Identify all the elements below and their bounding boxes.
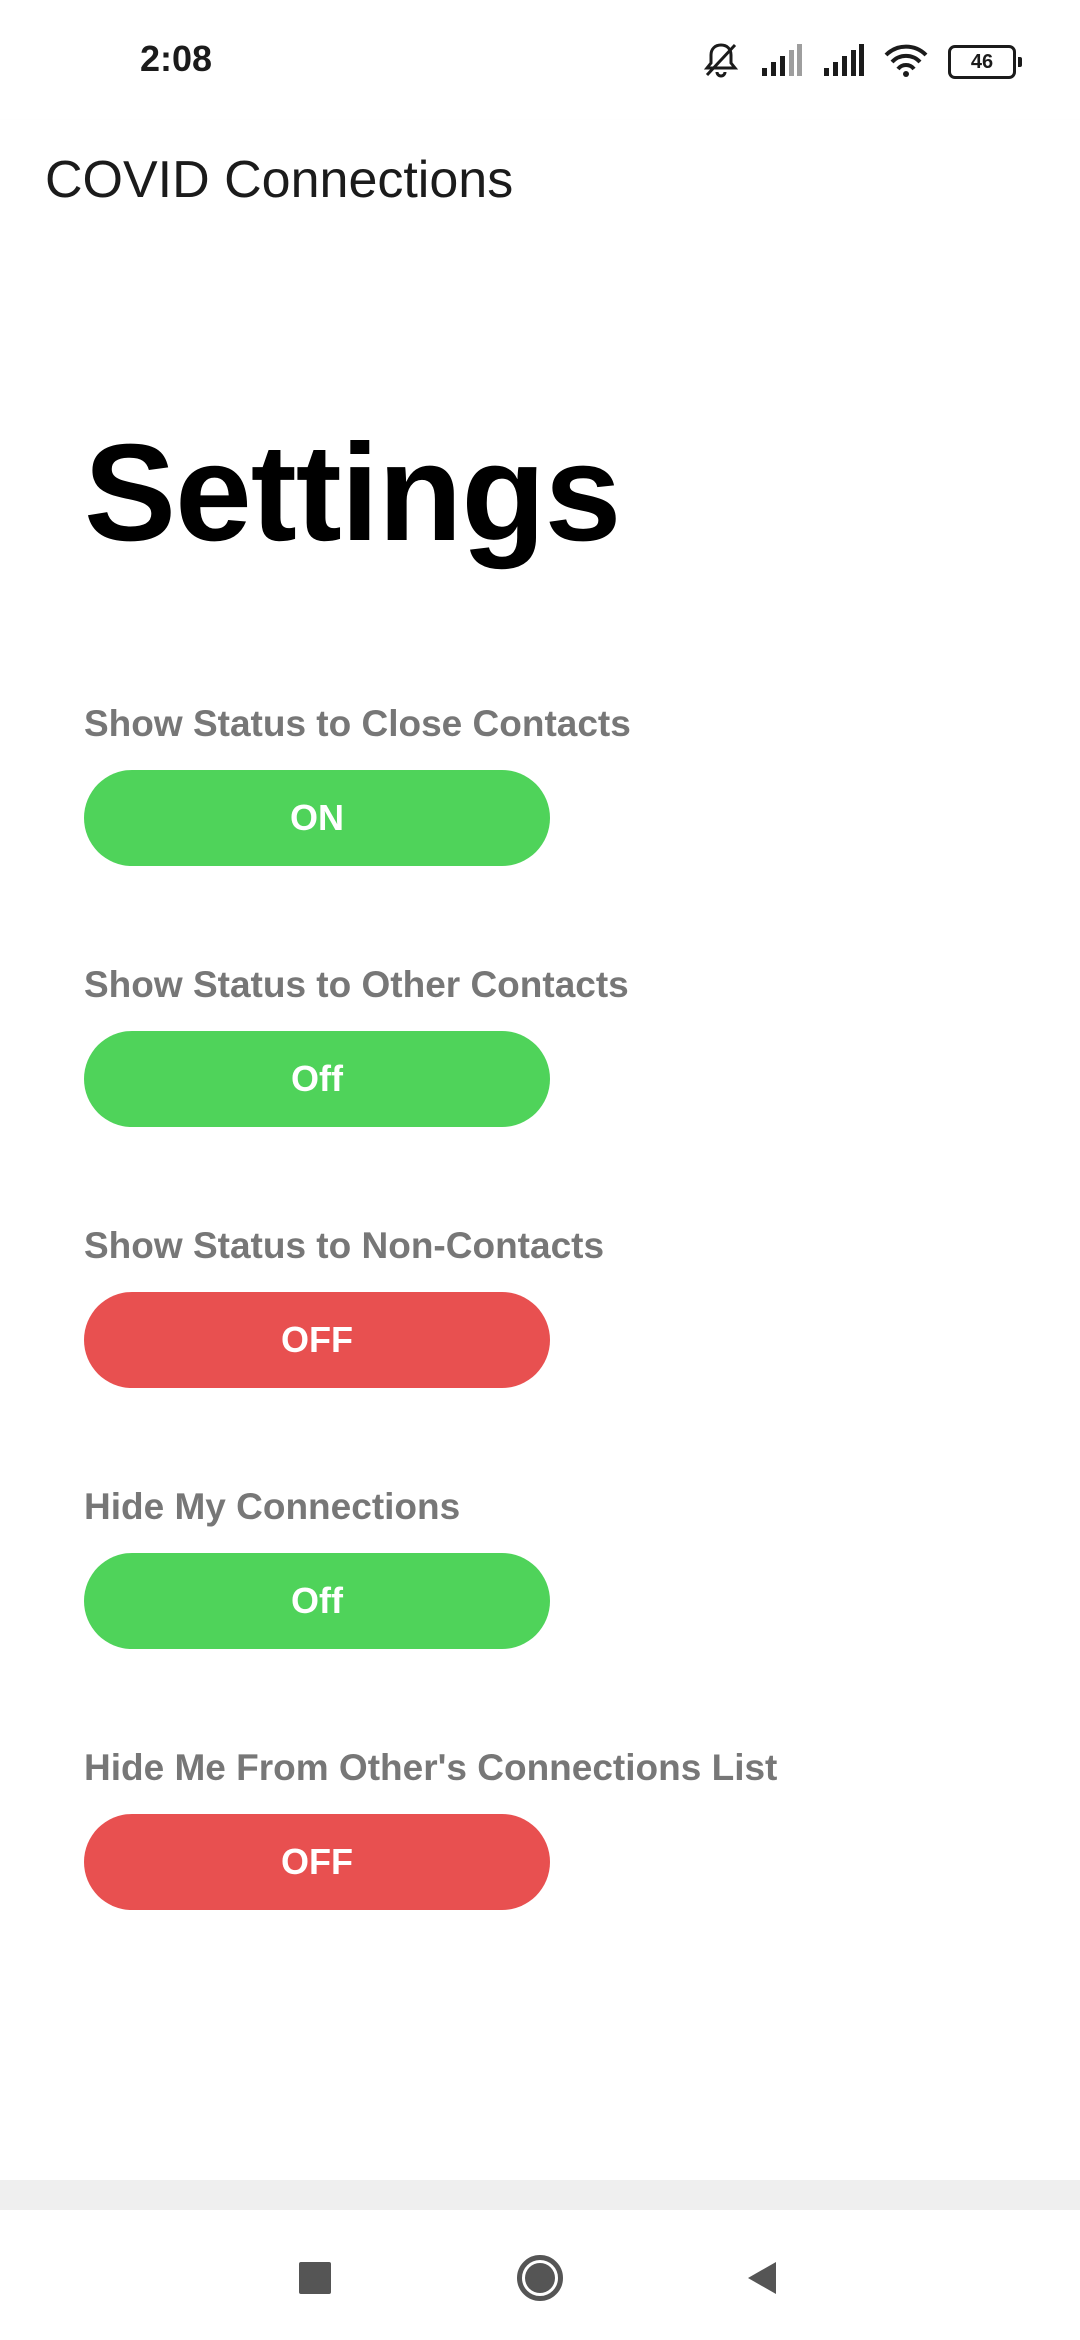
setting-hide-from-others: Hide Me From Other's Connections List OF… [84,1744,984,1910]
home-icon [517,2255,563,2301]
battery-icon: 46 [948,45,1022,79]
setting-label: Show Status to Non-Contacts [84,1225,605,1266]
settings-screen: Settings Show Status to Close Contacts O… [0,254,1080,2180]
signal-icon [760,43,802,81]
close-contacts-toggle-button[interactable]: ON [84,770,550,866]
setting-hide-my-connections: Hide My Connections Off [84,1483,984,1649]
system-nav-bar [0,2210,1080,2340]
hide-my-connections-toggle-button[interactable]: Off [84,1553,550,1649]
page-title: Settings [84,416,621,570]
setting-close-contacts: Show Status to Close Contacts ON [84,700,984,866]
status-icons: 46 [702,38,1022,86]
home-button[interactable] [512,2250,568,2306]
setting-label: Show Status to Other Contacts [84,964,629,1005]
signal-icon [822,43,864,81]
other-contacts-toggle-button[interactable]: Off [84,1031,550,1127]
app-bar: COVID Connections [0,120,1080,254]
setting-label: Hide My Connections [84,1486,461,1527]
app-title: COVID Connections [45,151,514,209]
back-button[interactable] [734,2250,790,2306]
status-time: 2:08 [140,38,213,79]
back-icon [748,2262,776,2294]
recents-icon [299,2262,331,2294]
nav-divider [0,2180,1080,2210]
setting-non-contacts: Show Status to Non-Contacts OFF [84,1222,984,1388]
silent-mode-icon [702,41,740,84]
setting-label: Hide Me From Other's Connections List [84,1747,778,1788]
wifi-icon [884,43,928,82]
setting-label: Show Status to Close Contacts [84,703,631,744]
setting-other-contacts: Show Status to Other Contacts Off [84,961,984,1127]
recents-button[interactable] [287,2250,343,2306]
hide-from-others-toggle-button[interactable]: OFF [84,1814,550,1910]
status-bar: 2:08 46 [0,0,1080,120]
non-contacts-toggle-button[interactable]: OFF [84,1292,550,1388]
